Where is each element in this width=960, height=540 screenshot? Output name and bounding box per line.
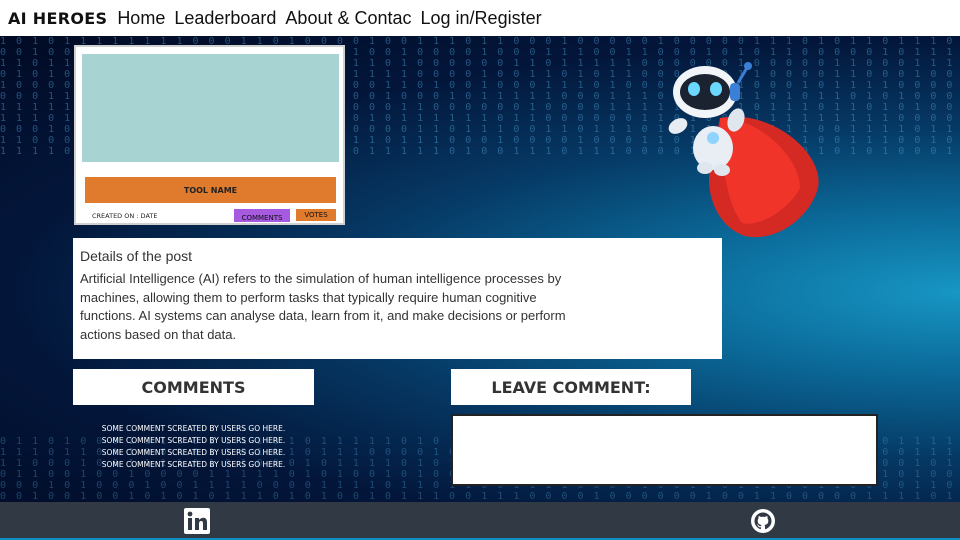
nav-home[interactable]: Home — [117, 8, 165, 29]
top-nav: AI HEROES Home Leaderboard About & Conta… — [0, 0, 960, 36]
comment-item: SOME COMMENT SCREATED BY USERS GO HERE. — [86, 423, 301, 435]
tool-name-button[interactable]: TOOL NAME — [85, 177, 336, 203]
leave-comment-heading: LEAVE COMMENT: — [451, 369, 691, 405]
nav-login-register[interactable]: Log in/Register — [421, 8, 542, 29]
comments-button[interactable]: COMMENTS — [234, 209, 290, 222]
github-icon[interactable] — [750, 508, 776, 534]
votes-button[interactable]: VOTES — [296, 209, 336, 221]
footer — [0, 502, 960, 540]
linkedin-icon[interactable] — [184, 508, 210, 534]
tool-image-placeholder — [82, 54, 339, 162]
robot-hero-icon — [650, 58, 830, 243]
nav-about-contact[interactable]: About & Contac — [285, 8, 411, 29]
comment-item: SOME COMMENT SCREATED BY USERS GO HERE. — [86, 435, 301, 447]
post-details: Details of the post Artificial Intellige… — [73, 238, 722, 359]
comments-list: SOME COMMENT SCREATED BY USERS GO HERE. … — [86, 423, 301, 471]
brand-logo[interactable]: AI HEROES — [8, 9, 107, 28]
created-date: CREATED ON : DATE — [92, 212, 157, 220]
details-title: Details of the post — [80, 248, 715, 264]
details-body: Artificial Intelligence (AI) refers to t… — [80, 270, 580, 344]
comment-item: SOME COMMENT SCREATED BY USERS GO HERE. — [86, 447, 301, 459]
comment-input[interactable] — [451, 414, 878, 486]
nav-leaderboard[interactable]: Leaderboard — [174, 8, 276, 29]
comment-item: SOME COMMENT SCREATED BY USERS GO HERE. — [86, 459, 301, 471]
comments-heading: COMMENTS — [73, 369, 314, 405]
post-card: TOOL NAME CREATED ON : DATE COMMENTS VOT… — [74, 45, 345, 225]
